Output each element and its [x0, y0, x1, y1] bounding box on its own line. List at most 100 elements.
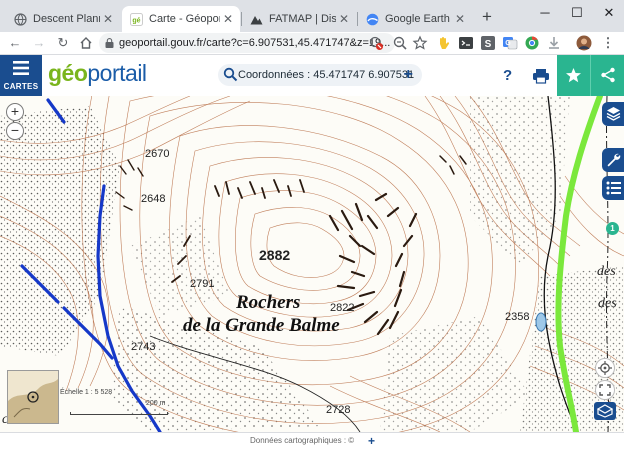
- extension-terminal-icon[interactable]: [458, 35, 474, 51]
- lock-icon: [105, 38, 114, 48]
- chrome-menu-icon[interactable]: ⋮: [600, 35, 616, 51]
- wrench-icon: [607, 153, 621, 167]
- home-icon[interactable]: [79, 36, 93, 50]
- tab-google-earth[interactable]: Google Earth ✕: [358, 6, 472, 32]
- address-bar[interactable]: geoportail.gouv.fr/carte?c=6.907531,45.4…: [99, 33, 395, 53]
- legend-button[interactable]: [602, 176, 624, 200]
- search-icon[interactable]: [223, 67, 238, 82]
- fullscreen-button[interactable]: [595, 380, 615, 400]
- fatmap-icon: [250, 15, 263, 24]
- tab-close-icon[interactable]: ✕: [100, 12, 116, 26]
- download-icon[interactable]: [546, 35, 562, 51]
- tab-title: Google Earth: [385, 13, 450, 25]
- star-icon: [566, 68, 581, 83]
- elevation-label: 2882: [259, 247, 291, 263]
- favorites-button[interactable]: [557, 55, 590, 96]
- scree-area: [380, 316, 530, 432]
- close-window-button[interactable]: ✕: [594, 0, 624, 28]
- fullscreen-icon: [599, 384, 611, 396]
- tab-close-icon[interactable]: ✕: [452, 12, 468, 26]
- layers-icon: [606, 107, 621, 121]
- zoom-out-button[interactable]: −: [6, 122, 24, 140]
- elevation-label: 2791: [190, 278, 215, 290]
- svg-text:S: S: [485, 39, 492, 50]
- hamburger-icon: [13, 61, 29, 75]
- map-footer: Données cartographiques : © +: [0, 432, 624, 451]
- elevation-label: 2743: [131, 341, 156, 353]
- tab-descent-planner[interactable]: Descent Planner ✕: [6, 6, 120, 32]
- place-name-line1: Rochers: [236, 292, 301, 313]
- share-icon: [601, 67, 615, 83]
- map-canvas[interactable]: 2670 2648 2882 2791 2822 2743 2358 2728 …: [0, 96, 624, 432]
- crosshair-icon: [598, 361, 612, 375]
- tab-separator: [241, 12, 242, 26]
- small-lake: [535, 312, 547, 332]
- layers-button[interactable]: [602, 102, 624, 126]
- browser-toolbar: ← → ↻ geoportail.gouv.fr/carte?c=6.90753…: [0, 32, 624, 54]
- zoom-icon[interactable]: [392, 35, 408, 51]
- reload-button[interactable]: ↻: [54, 34, 72, 52]
- tab-title: Carte - Géoportail: [149, 13, 220, 25]
- elevation-label: 2648: [141, 193, 166, 205]
- geoportail-favicon-icon: gé: [130, 12, 143, 26]
- tab-separator: [357, 12, 358, 26]
- app-header: CARTES géoportail Coordonnées : 45.47174…: [0, 54, 624, 96]
- cartes-menu-button[interactable]: CARTES: [0, 55, 42, 96]
- tab-close-icon[interactable]: ✕: [336, 12, 352, 26]
- tools-button[interactable]: [602, 148, 624, 172]
- chrome-extension-icon[interactable]: [524, 35, 540, 51]
- coordinates-search-box[interactable]: Coordonnées : 45.471747 6.907531 +: [218, 64, 422, 86]
- search-add-button[interactable]: +: [404, 64, 413, 86]
- edge-place-label: des: [598, 296, 617, 311]
- extension-s-icon[interactable]: S: [480, 35, 496, 51]
- geoportail-logo[interactable]: géoportail: [48, 60, 147, 87]
- scale-bar: Échelle 1 : 5 528 200 m: [60, 387, 170, 423]
- google-earth-icon: [366, 13, 379, 25]
- map-data-attribution: Données cartographiques : ©: [250, 436, 355, 445]
- svg-text:G: G: [505, 40, 511, 47]
- elevation-label: 2670: [145, 148, 170, 160]
- logo-geo-text: géo: [48, 60, 88, 86]
- list-icon: [606, 181, 621, 195]
- maximize-button[interactable]: ☐: [562, 0, 592, 28]
- share-button[interactable]: [590, 55, 624, 96]
- help-button[interactable]: ?: [503, 67, 512, 84]
- svg-text:gé: gé: [132, 17, 140, 24]
- topographic-map: [0, 96, 624, 432]
- new-tab-button[interactable]: +: [477, 8, 497, 28]
- search-text[interactable]: Coordonnées : 45.471747 6.907531: [238, 64, 414, 86]
- attribution-expand-button[interactable]: +: [368, 434, 375, 448]
- profile-avatar[interactable]: [576, 35, 592, 51]
- browser-tab-strip: Descent Planner ✕ gé Carte - Géoportail …: [0, 0, 624, 32]
- scale-label: Échelle 1 : 5 528: [60, 389, 113, 396]
- layers-count-badge: 1: [606, 222, 619, 235]
- logo-portail-text: portail: [87, 60, 147, 86]
- print-icon[interactable]: [532, 68, 550, 84]
- blocked-location-icon[interactable]: [368, 35, 384, 51]
- scree-area: [0, 106, 120, 356]
- zoom-in-button[interactable]: +: [6, 103, 24, 121]
- place-name-line2: de la Grande Balme: [183, 315, 340, 336]
- globe-icon: [14, 12, 27, 26]
- 3d-view-icon: [597, 404, 613, 418]
- elevation-label: 2822: [330, 302, 355, 314]
- tab-geoportail[interactable]: gé Carte - Géoportail ✕: [122, 6, 240, 32]
- extension-hand-icon[interactable]: [436, 35, 452, 51]
- elevation-label: 2358: [505, 311, 530, 323]
- elevation-label: 2728: [326, 404, 351, 416]
- geolocate-button[interactable]: [595, 358, 615, 378]
- back-button[interactable]: ←: [6, 34, 24, 52]
- forward-button[interactable]: →: [30, 34, 48, 52]
- star-bookmark-icon[interactable]: [412, 35, 428, 51]
- edge-place-label: des: [597, 264, 616, 279]
- scale-distance: 200 m: [146, 400, 166, 407]
- overview-minimap[interactable]: [7, 370, 59, 424]
- scale-line: [70, 412, 168, 415]
- tab-close-icon[interactable]: ✕: [220, 12, 236, 26]
- translate-icon[interactable]: G: [502, 35, 518, 51]
- tab-fatmap[interactable]: FATMAP | Discover ✕: [242, 6, 356, 32]
- 3d-view-button[interactable]: [594, 402, 616, 420]
- minimize-button[interactable]: ─: [530, 0, 560, 28]
- minimap-terrain: [8, 379, 58, 423]
- tab-title: Descent Planner: [33, 13, 100, 25]
